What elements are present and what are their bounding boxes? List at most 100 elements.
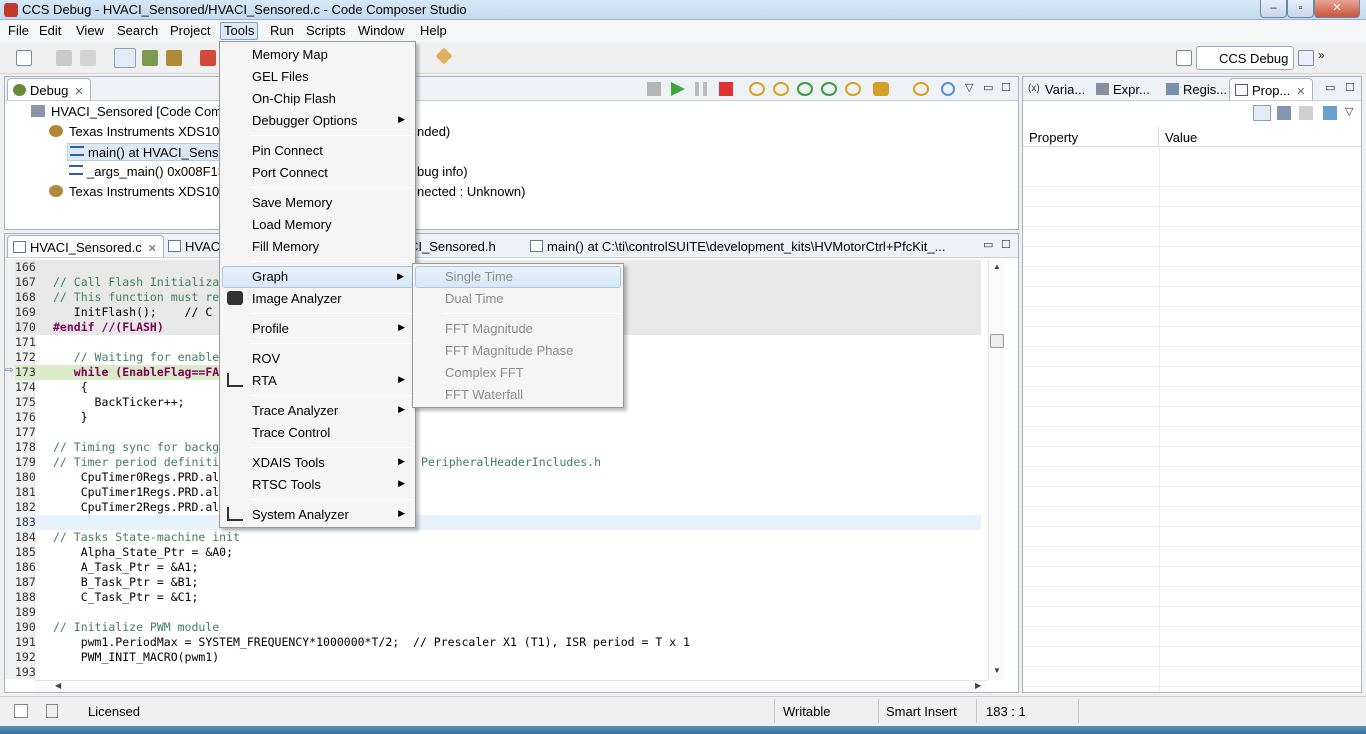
menu-item-on-chip-flash[interactable]: On-Chip Flash	[222, 88, 413, 110]
pin-icon[interactable]	[1323, 106, 1337, 120]
menu-item-dual-time[interactable]: Dual Time	[415, 288, 621, 310]
maximize-button[interactable]: ▫	[1287, 0, 1314, 18]
tree-stack-frame-main[interactable]: main() at HVACI_Senso	[67, 143, 227, 161]
menu-item-rtsc-tools[interactable]: RTSC Tools ▶	[222, 474, 413, 496]
menu-file[interactable]: File	[4, 22, 33, 40]
run-to-line-icon[interactable]	[845, 82, 861, 96]
minimize-view-icon[interactable]: ▭	[983, 81, 993, 94]
menu-item-debugger-options[interactable]: Debugger Options ▶	[222, 110, 413, 132]
scroll-right-icon[interactable]: ▶	[975, 681, 981, 690]
menu-item-fill-memory[interactable]: Fill Memory	[222, 236, 413, 258]
minimize-button[interactable]: –	[1260, 0, 1287, 18]
perspective-overflow[interactable]: »	[1318, 48, 1325, 62]
tab-debug[interactable]: Debug ✕	[7, 78, 91, 100]
tab-properties[interactable]: Prop... ✕	[1229, 78, 1313, 100]
close-tab-icon[interactable]: ✕	[74, 86, 83, 98]
menu-item-gel-files[interactable]: GEL Files	[222, 66, 413, 88]
assembly-step-icon[interactable]	[821, 82, 837, 96]
menu-item-complex-fft[interactable]: Complex FFT	[415, 362, 621, 384]
reset-icon[interactable]	[873, 82, 889, 96]
editor-vertical-scrollbar[interactable]: ▲ ▼	[988, 260, 1004, 680]
maximize-view-icon[interactable]: ☐	[1001, 238, 1011, 251]
menu-project[interactable]: Project	[166, 22, 214, 40]
tab-expressions[interactable]: Expr...	[1091, 78, 1156, 100]
tab-hvac-h[interactable]: HVAC	[163, 235, 226, 257]
view-menu-icon[interactable]: ▽	[1345, 105, 1353, 118]
minimize-view-icon[interactable]: ▭	[983, 238, 993, 251]
debug-view-icon[interactable]	[114, 48, 136, 68]
menu-item-system-analyzer[interactable]: System Analyzer ▶	[222, 504, 413, 526]
menu-item-profile[interactable]: Profile ▶	[222, 318, 413, 340]
scroll-thumb[interactable]	[990, 334, 1004, 348]
maximize-view-icon[interactable]: ☐	[1001, 81, 1011, 94]
menu-tools[interactable]: Tools	[220, 22, 259, 40]
menu-item-trace-analyzer[interactable]: Trace Analyzer ▶	[222, 400, 413, 422]
step-into-icon[interactable]	[749, 82, 765, 96]
menu-item-save-memory[interactable]: Save Memory	[222, 192, 413, 214]
perspective-menu-icon[interactable]	[1298, 50, 1314, 66]
save-all-icon[interactable]	[80, 50, 96, 66]
editor-horizontal-scrollbar[interactable]: ◀ ▶	[35, 680, 987, 692]
property-column-header[interactable]: Property	[1023, 127, 1159, 147]
new-icon[interactable]	[16, 50, 32, 66]
menu-search[interactable]: Search	[113, 22, 162, 40]
menu-item-fft-waterfall[interactable]: FFT Waterfall	[415, 384, 621, 406]
tab-registers[interactable]: Regis...	[1161, 78, 1233, 100]
menu-item-pin-connect[interactable]: Pin Connect	[222, 140, 413, 162]
fast-view-icon[interactable]	[14, 704, 28, 718]
view-menu-icon[interactable]: ▽	[965, 81, 973, 94]
menu-item-fft-magnitude-phase[interactable]: FFT Magnitude Phase	[415, 340, 621, 362]
menu-item-rta[interactable]: RTA ▶	[222, 370, 413, 392]
menu-item-memory-map[interactable]: Memory Map	[222, 44, 413, 66]
wand-icon[interactable]	[435, 47, 453, 65]
remove-all-terminated-icon[interactable]	[647, 82, 661, 96]
tab-main-source[interactable]: main() at C:\ti\controlSUITE\development…	[525, 235, 951, 257]
open-perspective-icon[interactable]	[1176, 50, 1192, 66]
menu-item-image-analyzer[interactable]: Image Analyzer	[222, 288, 413, 310]
scroll-up-icon[interactable]: ▲	[993, 262, 1001, 271]
submenu-arrow-icon: ▶	[398, 508, 405, 518]
value-column-header[interactable]: Value	[1159, 127, 1361, 147]
menu-edit[interactable]: Edit	[35, 22, 65, 40]
menu-item-graph[interactable]: Graph ▶	[222, 266, 413, 288]
menu-item-port-connect[interactable]: Port Connect	[222, 162, 413, 184]
scroll-down-icon[interactable]: ▼	[993, 666, 1001, 675]
save-icon[interactable]	[56, 50, 72, 66]
menu-window[interactable]: Window	[354, 22, 408, 40]
load-program-icon[interactable]	[166, 50, 182, 66]
minimize-view-icon[interactable]: ▭	[1325, 81, 1335, 94]
maximize-view-icon[interactable]: ☐	[1345, 81, 1355, 94]
menu-run[interactable]: Run	[266, 22, 298, 40]
code-line-176: 176 }	[15, 410, 981, 425]
menu-item-rov[interactable]: ROV	[222, 348, 413, 370]
menu-view[interactable]: View	[72, 22, 108, 40]
menu-item-load-memory[interactable]: Load Memory	[222, 214, 413, 236]
tree-stack-frame-args[interactable]: _args_main() 0x008F13	[67, 163, 227, 181]
show-advanced-icon[interactable]	[1277, 106, 1291, 120]
terminate-debug-icon[interactable]	[719, 82, 733, 96]
perspective-ccs-debug[interactable]: CCS Debug	[1196, 46, 1294, 70]
refresh-icon[interactable]	[941, 82, 955, 96]
menu-help[interactable]: Help	[416, 22, 451, 40]
close-button[interactable]: ✕	[1314, 0, 1360, 18]
tab-hvaci-sensored-h[interactable]: CI_Sensored.h	[403, 235, 502, 257]
restart-icon[interactable]	[913, 82, 929, 96]
menu-item-trace-control[interactable]: Trace Control	[222, 422, 413, 444]
tab-hvaci-sensored-c[interactable]: HVACI_Sensored.c ✕	[7, 235, 164, 257]
menu-item-fft-magnitude[interactable]: FFT Magnitude	[415, 318, 621, 340]
scroll-left-icon[interactable]: ◀	[55, 681, 61, 690]
terminate-icon[interactable]	[200, 50, 216, 66]
resume-icon[interactable]	[671, 82, 685, 96]
connect-icon[interactable]	[142, 50, 158, 66]
tab-variables[interactable]: (x) Varia...	[1023, 78, 1091, 100]
menu-item-xdais-tools[interactable]: XDAIS Tools ▶	[222, 452, 413, 474]
suspend-icon[interactable]	[695, 82, 707, 96]
close-tab-icon[interactable]: ✕	[1296, 86, 1305, 98]
restore-default-icon[interactable]	[1299, 106, 1313, 120]
close-tab-icon[interactable]: ✕	[148, 243, 157, 255]
menu-item-single-time[interactable]: Single Time	[415, 266, 621, 288]
show-categories-icon[interactable]	[1253, 105, 1271, 121]
step-over-icon[interactable]	[773, 82, 789, 96]
menu-scripts[interactable]: Scripts	[302, 22, 350, 40]
step-return-icon[interactable]	[797, 82, 813, 96]
